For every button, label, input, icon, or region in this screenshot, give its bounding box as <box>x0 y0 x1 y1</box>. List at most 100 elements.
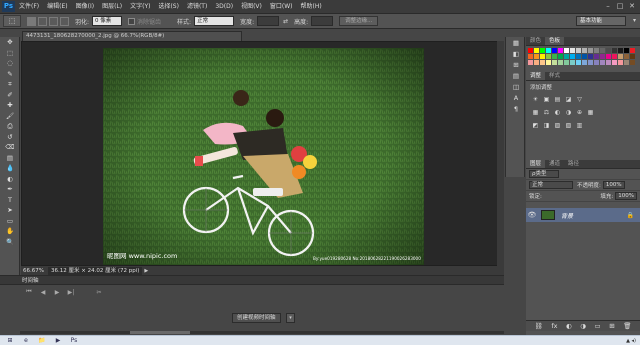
adjustment-icon[interactable]: ▤ <box>552 95 563 104</box>
stamp-icon[interactable]: ⎙ <box>0 121 20 132</box>
menu-item[interactable]: 选择(S) <box>154 0 183 13</box>
color-swatch[interactable] <box>606 48 611 53</box>
history-brush-icon[interactable]: ↺ <box>0 132 20 143</box>
color-swatch[interactable] <box>558 48 563 53</box>
color-swatch[interactable] <box>546 54 551 59</box>
color-swatch[interactable] <box>534 48 539 53</box>
color-swatch[interactable] <box>528 60 533 65</box>
fill-input[interactable]: 100% <box>615 192 637 200</box>
adjustment-icon[interactable]: ▨ <box>552 121 563 130</box>
tab-layers[interactable]: 图层 <box>526 160 546 168</box>
color-swatch[interactable] <box>540 48 545 53</box>
color-swatch[interactable] <box>558 60 563 65</box>
close-button[interactable]: ✕ <box>626 0 638 12</box>
zoom-icon[interactable]: 🔍 <box>0 237 20 248</box>
subtract-selection-icon[interactable] <box>49 16 58 26</box>
color-swatch[interactable] <box>630 48 635 53</box>
height-input[interactable] <box>311 16 334 26</box>
color-swatch[interactable] <box>624 54 629 59</box>
create-video-timeline-button[interactable]: 创建视频时间轴 <box>232 313 281 323</box>
color-swatch[interactable] <box>534 60 539 65</box>
history-icon[interactable]: ▦ <box>506 37 526 48</box>
histogram-icon[interactable]: ◫ <box>506 81 526 92</box>
intersect-selection-icon[interactable] <box>60 16 69 26</box>
color-swatch[interactable] <box>606 54 611 59</box>
color-swatch[interactable] <box>570 54 575 59</box>
split-icon[interactable]: ✂ <box>92 289 106 296</box>
color-swatch[interactable] <box>582 48 587 53</box>
color-swatch[interactable] <box>534 54 539 59</box>
next-frame-icon[interactable]: ▶| <box>64 289 78 296</box>
color-swatch[interactable] <box>594 48 599 53</box>
hand-icon[interactable]: ✋ <box>0 226 20 237</box>
color-swatch[interactable] <box>588 54 593 59</box>
start-icon[interactable]: ⊞ <box>4 337 16 345</box>
adjustment-icon[interactable]: ⊕ <box>574 108 585 117</box>
minimize-button[interactable]: – <box>602 0 614 12</box>
dodge-icon[interactable]: ◐ <box>0 174 20 185</box>
color-swatch[interactable] <box>564 48 569 53</box>
color-swatch[interactable] <box>546 60 551 65</box>
adjustment-icon[interactable]: ▦ <box>585 108 596 117</box>
tab-channels[interactable]: 通道 <box>545 160 564 168</box>
gradient-icon[interactable]: ▤ <box>0 153 20 164</box>
color-swatch[interactable] <box>606 60 611 65</box>
color-swatch[interactable] <box>612 60 617 65</box>
marquee-icon[interactable]: ⬚ <box>0 48 20 59</box>
swap-dimensions-icon[interactable]: ⇄ <box>283 18 288 25</box>
adjustment-icon[interactable]: ▽ <box>574 95 585 104</box>
color-swatch[interactable] <box>594 54 599 59</box>
color-swatch[interactable] <box>576 48 581 53</box>
color-swatch[interactable] <box>552 60 557 65</box>
color-swatch[interactable] <box>546 48 551 53</box>
adjustment-icon[interactable]: ▣ <box>541 95 552 104</box>
color-swatch[interactable] <box>528 54 533 59</box>
tab-paths[interactable]: 路径 <box>564 160 583 168</box>
workspace-select[interactable]: 基本功能 <box>576 16 626 26</box>
pen-icon[interactable]: ✒ <box>0 184 20 195</box>
blend-mode-select[interactable]: 正常 <box>529 181 573 189</box>
timeline-title[interactable]: 时间轴 <box>22 276 39 284</box>
color-swatch[interactable] <box>588 48 593 53</box>
status-menu-icon[interactable]: ▶ <box>144 268 148 274</box>
eyedropper-icon[interactable]: ✐ <box>0 90 20 101</box>
zoom-level[interactable]: 66.67% <box>21 268 48 274</box>
refine-edge-button[interactable]: 调整边缘... <box>339 16 379 26</box>
browser-icon[interactable]: e <box>20 337 32 345</box>
color-swatch[interactable] <box>552 48 557 53</box>
navigator-icon[interactable]: ⊞ <box>506 59 526 70</box>
color-swatch[interactable] <box>558 54 563 59</box>
quick-select-icon[interactable]: ✎ <box>0 69 20 80</box>
adjustment-icon[interactable]: ◐ <box>552 108 563 117</box>
feather-input[interactable]: 0 像素 <box>92 16 123 26</box>
folder-icon[interactable]: 📁 <box>36 337 48 345</box>
visibility-eye-icon[interactable]: 👁 <box>526 211 538 219</box>
menu-item[interactable]: 3D(D) <box>211 0 237 13</box>
menu-item[interactable]: 视图(V) <box>237 0 266 13</box>
color-swatch[interactable] <box>582 54 587 59</box>
shape-icon[interactable]: ▭ <box>0 216 20 227</box>
add-mask-icon[interactable]: ◐ <box>566 322 572 330</box>
color-swatch[interactable] <box>540 60 545 65</box>
brush-icon[interactable]: 🖌 <box>0 111 20 122</box>
link-layers-icon[interactable]: ⛓ <box>535 322 543 330</box>
color-swatch[interactable] <box>588 60 593 65</box>
blur-icon[interactable]: 💧 <box>0 163 20 174</box>
color-swatch[interactable] <box>630 60 635 65</box>
color-swatch[interactable] <box>600 48 605 53</box>
adjustment-icon[interactable]: ◑ <box>563 108 574 117</box>
delete-layer-icon[interactable]: 🗑 <box>623 322 631 330</box>
path-select-icon[interactable]: ➤ <box>0 205 20 216</box>
color-swatch[interactable] <box>576 54 581 59</box>
color-swatch[interactable] <box>564 60 569 65</box>
tool-preset-picker[interactable]: ⬚ <box>3 15 21 27</box>
new-group-icon[interactable]: ▭ <box>594 322 600 330</box>
tab-styles[interactable]: 样式 <box>545 72 564 80</box>
color-swatch[interactable] <box>618 54 623 59</box>
adjustment-icon[interactable]: ◨ <box>541 121 552 130</box>
color-swatch[interactable] <box>570 48 575 53</box>
color-swatch[interactable] <box>630 54 635 59</box>
document-tab[interactable]: 4473131_180628270000_2.jpg @ 66.7%(RGB/8… <box>22 31 242 41</box>
timeline-scroll-thumb[interactable] <box>130 331 190 334</box>
move-icon[interactable]: ✥ <box>0 37 20 48</box>
